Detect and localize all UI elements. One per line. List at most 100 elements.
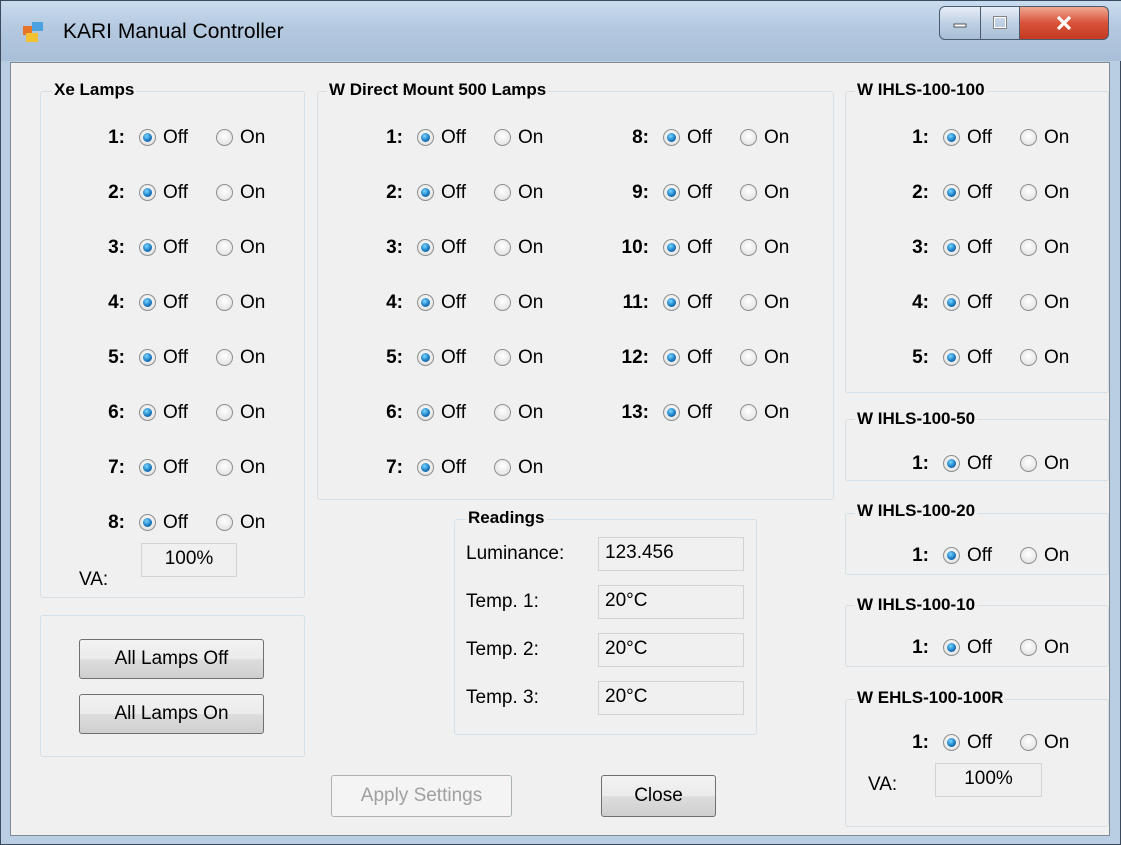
- xe-on-label[interactable]: On: [240, 237, 265, 259]
- xe-off-label[interactable]: Off: [163, 457, 188, 479]
- ihls-100-100-on-radio[interactable]: [1020, 349, 1037, 366]
- xe-off-label[interactable]: Off: [163, 402, 188, 424]
- ihls-100-20-on-label[interactable]: On: [1044, 545, 1069, 567]
- w-direct-on-radio[interactable]: [494, 404, 511, 421]
- close-window-button[interactable]: [1019, 6, 1109, 40]
- xe-va-field[interactable]: 100%: [141, 543, 237, 577]
- w-direct-on-label[interactable]: On: [518, 237, 543, 259]
- ihls-100-50-on-label[interactable]: On: [1044, 453, 1069, 475]
- ehls-on-radio[interactable]: [1020, 734, 1037, 751]
- ihls-100-20-off-label[interactable]: Off: [967, 545, 992, 567]
- w-direct-on-label[interactable]: On: [764, 127, 789, 149]
- w-direct-off-radio[interactable]: [663, 239, 680, 256]
- reading-value-field[interactable]: 20°C: [598, 633, 744, 667]
- maximize-button[interactable]: [980, 6, 1020, 40]
- w-direct-on-radio[interactable]: [740, 404, 757, 421]
- ihls-100-20-on-radio[interactable]: [1020, 547, 1037, 564]
- xe-off-label[interactable]: Off: [163, 347, 188, 369]
- xe-on-radio[interactable]: [216, 294, 233, 311]
- w-direct-on-label[interactable]: On: [518, 127, 543, 149]
- ihls-100-100-on-radio[interactable]: [1020, 184, 1037, 201]
- xe-off-radio[interactable]: [139, 349, 156, 366]
- xe-on-label[interactable]: On: [240, 512, 265, 534]
- xe-on-label[interactable]: On: [240, 402, 265, 424]
- ihls-100-100-off-radio[interactable]: [943, 184, 960, 201]
- xe-on-label[interactable]: On: [240, 292, 265, 314]
- ihls-100-100-off-label[interactable]: Off: [967, 182, 992, 204]
- w-direct-off-label[interactable]: Off: [687, 237, 712, 259]
- w-direct-on-label[interactable]: On: [764, 237, 789, 259]
- w-direct-off-radio[interactable]: [417, 294, 434, 311]
- ihls-100-100-off-radio[interactable]: [943, 129, 960, 146]
- ihls-100-10-off-label[interactable]: Off: [967, 637, 992, 659]
- w-direct-off-radio[interactable]: [663, 129, 680, 146]
- w-direct-off-label[interactable]: Off: [441, 457, 466, 479]
- xe-off-label[interactable]: Off: [163, 292, 188, 314]
- w-direct-on-radio[interactable]: [494, 349, 511, 366]
- w-direct-on-radio[interactable]: [494, 184, 511, 201]
- w-direct-off-label[interactable]: Off: [687, 127, 712, 149]
- xe-on-radio[interactable]: [216, 129, 233, 146]
- w-direct-off-label[interactable]: Off: [441, 347, 466, 369]
- xe-on-radio[interactable]: [216, 514, 233, 531]
- w-direct-off-radio[interactable]: [663, 294, 680, 311]
- w-direct-on-label[interactable]: On: [518, 182, 543, 204]
- ehls-va-field[interactable]: 100%: [935, 763, 1042, 797]
- w-direct-on-label[interactable]: On: [764, 402, 789, 424]
- xe-on-label[interactable]: On: [240, 347, 265, 369]
- w-direct-off-radio[interactable]: [417, 404, 434, 421]
- w-direct-off-radio[interactable]: [417, 459, 434, 476]
- close-button[interactable]: Close: [601, 775, 716, 817]
- w-direct-on-radio[interactable]: [740, 294, 757, 311]
- ihls-100-10-off-radio[interactable]: [943, 639, 960, 656]
- ihls-100-100-off-radio[interactable]: [943, 239, 960, 256]
- reading-value-field[interactable]: 123.456: [598, 537, 744, 571]
- w-direct-on-label[interactable]: On: [518, 457, 543, 479]
- ihls-100-100-on-label[interactable]: On: [1044, 237, 1069, 259]
- xe-off-radio[interactable]: [139, 129, 156, 146]
- w-direct-on-radio[interactable]: [494, 459, 511, 476]
- xe-on-label[interactable]: On: [240, 127, 265, 149]
- w-direct-on-label[interactable]: On: [764, 292, 789, 314]
- minimize-button[interactable]: [939, 6, 981, 40]
- ihls-100-50-off-label[interactable]: Off: [967, 453, 992, 475]
- w-direct-off-label[interactable]: Off: [687, 402, 712, 424]
- w-direct-off-label[interactable]: Off: [441, 292, 466, 314]
- w-direct-off-label[interactable]: Off: [687, 347, 712, 369]
- xe-off-label[interactable]: Off: [163, 237, 188, 259]
- w-direct-off-radio[interactable]: [417, 349, 434, 366]
- reading-value-field[interactable]: 20°C: [598, 681, 744, 715]
- ihls-100-100-on-radio[interactable]: [1020, 129, 1037, 146]
- w-direct-off-label[interactable]: Off: [687, 292, 712, 314]
- xe-off-radio[interactable]: [139, 184, 156, 201]
- w-direct-on-label[interactable]: On: [764, 182, 789, 204]
- w-direct-on-radio[interactable]: [494, 294, 511, 311]
- w-direct-off-label[interactable]: Off: [441, 237, 466, 259]
- xe-on-radio[interactable]: [216, 239, 233, 256]
- ehls-off-label[interactable]: Off: [967, 732, 992, 754]
- w-direct-off-radio[interactable]: [417, 129, 434, 146]
- w-direct-off-radio[interactable]: [663, 184, 680, 201]
- ihls-100-10-on-label[interactable]: On: [1044, 637, 1069, 659]
- ihls-100-20-off-radio[interactable]: [943, 547, 960, 564]
- ihls-100-10-on-radio[interactable]: [1020, 639, 1037, 656]
- xe-on-radio[interactable]: [216, 184, 233, 201]
- xe-on-radio[interactable]: [216, 459, 233, 476]
- w-direct-on-radio[interactable]: [494, 239, 511, 256]
- w-direct-off-label[interactable]: Off: [441, 182, 466, 204]
- ihls-100-100-on-radio[interactable]: [1020, 294, 1037, 311]
- xe-on-label[interactable]: On: [240, 457, 265, 479]
- ihls-100-100-off-radio[interactable]: [943, 349, 960, 366]
- xe-off-radio[interactable]: [139, 294, 156, 311]
- w-direct-on-radio[interactable]: [740, 349, 757, 366]
- w-direct-off-label[interactable]: Off: [441, 402, 466, 424]
- all-lamps-on-button[interactable]: All Lamps On: [79, 694, 264, 734]
- w-direct-on-label[interactable]: On: [518, 292, 543, 314]
- reading-value-field[interactable]: 20°C: [598, 585, 744, 619]
- ihls-100-100-on-radio[interactable]: [1020, 239, 1037, 256]
- w-direct-off-radio[interactable]: [663, 349, 680, 366]
- xe-off-label[interactable]: Off: [163, 127, 188, 149]
- ihls-100-50-off-radio[interactable]: [943, 455, 960, 472]
- xe-off-label[interactable]: Off: [163, 512, 188, 534]
- all-lamps-off-button[interactable]: All Lamps Off: [79, 639, 264, 679]
